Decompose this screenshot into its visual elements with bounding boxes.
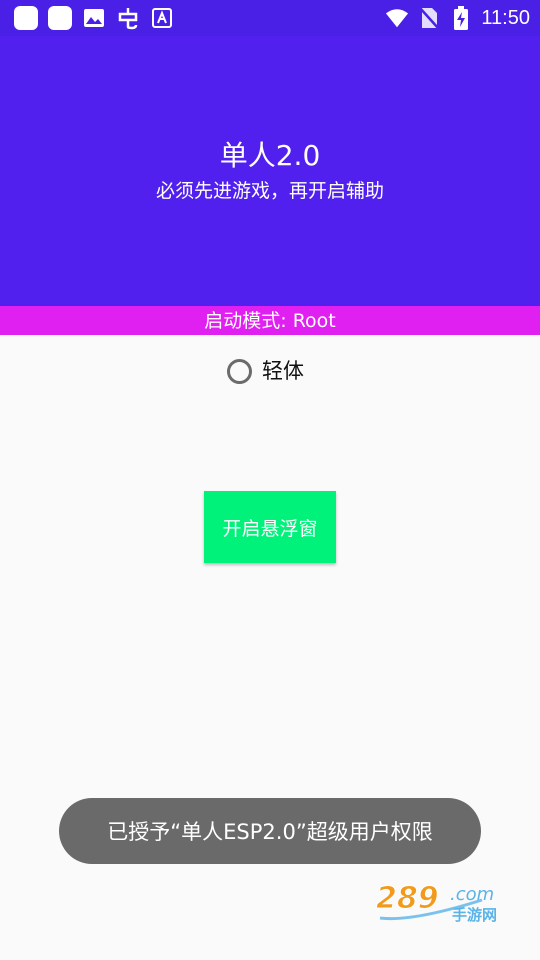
- site-watermark-logo: 289 .com 手游网: [372, 878, 522, 926]
- launch-mode-label: 启动模式: Root: [0, 306, 540, 335]
- app-subtitle: 必须先进游戏，再开启辅助: [155, 180, 384, 202]
- app-square-icon: [48, 6, 72, 30]
- bug-icon: [116, 6, 140, 30]
- app-header: 单人2.0 必须先进游戏，再开启辅助: [0, 36, 540, 306]
- notification-icons: [14, 6, 174, 30]
- open-floating-window-button[interactable]: 开启悬浮窗: [204, 491, 336, 563]
- radio-button[interactable]: [227, 358, 252, 384]
- watermark-domain: .com: [450, 884, 494, 905]
- battery-charging-icon: [449, 6, 473, 30]
- no-sim-icon: [417, 6, 441, 30]
- lightweight-option[interactable]: 轻体: [227, 356, 304, 386]
- toast-message: 已授予“单人ESP2.0”超级用户权限: [59, 798, 481, 864]
- watermark-number: 289: [376, 881, 439, 916]
- watermark-site-name: 手游网: [452, 906, 497, 924]
- image-icon: [82, 6, 106, 30]
- app-title: 单人2.0: [219, 139, 321, 172]
- system-icons: 11:50: [385, 5, 530, 31]
- app-square-icon: [14, 6, 38, 30]
- font-icon: [150, 6, 174, 30]
- wifi-icon: [385, 6, 409, 30]
- clock: 11:50: [481, 7, 530, 29]
- radio-label: 轻体: [262, 359, 304, 383]
- status-bar: 11:50: [0, 0, 540, 36]
